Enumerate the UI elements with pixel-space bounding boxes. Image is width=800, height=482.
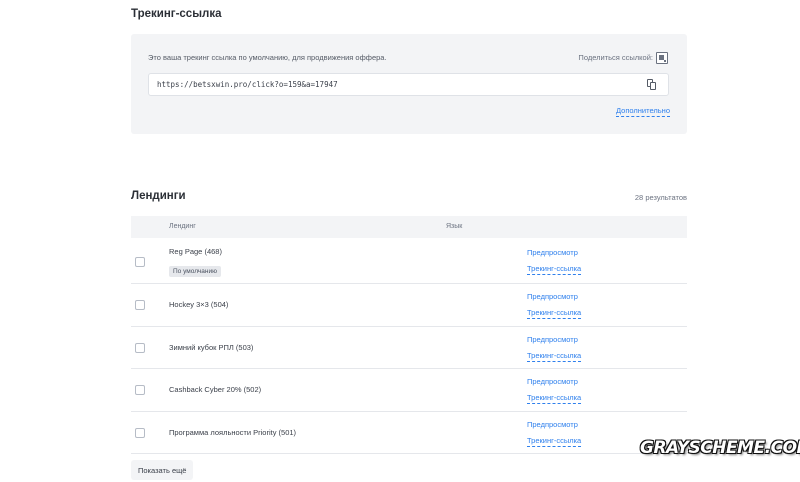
table-row: Reg Page (468) По умолчанию Предпросмотр… [131, 238, 687, 284]
row-checkbox[interactable] [135, 385, 145, 395]
tracking-link[interactable]: Трекинг-ссылка [527, 351, 582, 362]
tracking-link[interactable]: Трекинг-ссылка [527, 264, 582, 275]
tracking-panel: Это ваша трекинг ссылка по умолчанию, дл… [131, 34, 687, 134]
landings-title: Лендинги [131, 190, 186, 202]
landing-name: Программа лояльности Priority (501) [169, 427, 297, 437]
landings-table: Лендинг Язык Reg Page (468) По умолчанию… [131, 216, 687, 454]
column-header-language: Язык [446, 223, 463, 230]
copy-icon[interactable] [647, 79, 657, 90]
table-header: Лендинг Язык [131, 216, 687, 238]
watermark: GRAYSCHEME.COM [640, 438, 800, 458]
preview-link[interactable]: Предпросмотр [527, 335, 578, 344]
row-checkbox[interactable] [135, 427, 145, 438]
preview-link[interactable]: Предпросмотр [527, 420, 578, 429]
tracking-link[interactable]: Трекинг-ссылка [527, 436, 582, 447]
table-row: Cashback Cyber 20% (502) Предпросмотр Тр… [131, 369, 687, 412]
show-more-button[interactable]: Показать ещё [131, 460, 194, 480]
results-count: 28 результатов [634, 193, 687, 202]
tracking-link[interactable]: Трекинг-ссылка [527, 308, 582, 319]
qr-code-icon[interactable] [656, 52, 668, 64]
landing-name: Hockey 3×3 (504) [169, 300, 229, 309]
landing-name: Зимний кубок РПЛ (503) [169, 342, 254, 352]
landing-name: Reg Page (468) [169, 247, 222, 256]
table-row: Программа лояльности Priority (501) Пред… [131, 412, 687, 454]
column-header-landing: Лендинг [169, 223, 196, 230]
tracking-link-field[interactable]: https://betsxwin.pro/click?o=159&a=17947 [148, 73, 669, 96]
share-label: Поделиться ссылкой: [578, 53, 653, 62]
table-row: Зимний кубок РПЛ (503) Предпросмотр Трек… [131, 327, 687, 369]
landing-name: Cashback Cyber 20% (502) [169, 385, 262, 394]
row-checkbox[interactable] [135, 300, 145, 310]
tracking-title: Трекинг-ссылка [131, 8, 222, 20]
tracking-description: Это ваша трекинг ссылка по умолчанию, дл… [148, 53, 387, 62]
more-options-link[interactable]: Дополнительно [616, 106, 670, 117]
preview-link[interactable]: Предпросмотр [527, 248, 578, 257]
preview-link[interactable]: Предпросмотр [527, 377, 578, 386]
tracking-link-value[interactable]: https://betsxwin.pro/click?o=159&a=17947 [157, 80, 338, 89]
preview-link[interactable]: Предпросмотр [527, 292, 578, 301]
default-badge: По умолчанию [169, 266, 221, 277]
row-checkbox[interactable] [135, 342, 145, 353]
tracking-link[interactable]: Трекинг-ссылка [527, 393, 582, 404]
table-row: Hockey 3×3 (504) Предпросмотр Трекинг-сс… [131, 284, 687, 327]
row-checkbox[interactable] [135, 257, 145, 267]
